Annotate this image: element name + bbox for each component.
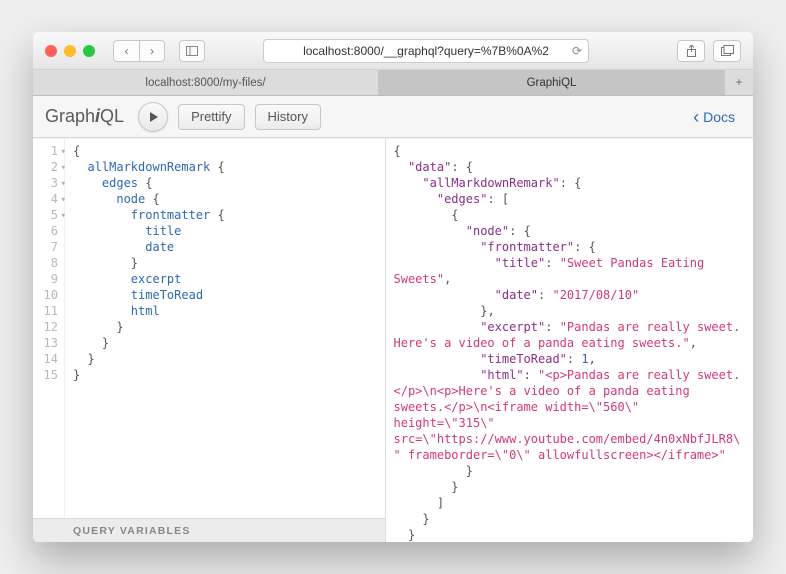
query-variables-label: QUERY VARIABLES <box>73 525 191 537</box>
query-variables-bar[interactable]: QUERY VARIABLES <box>33 518 385 542</box>
docs-toggle[interactable]: Docs <box>687 108 741 126</box>
address-bar[interactable]: localhost:8000/__graphql?query=%7B%0A%2 … <box>263 39 589 63</box>
tab-bar: localhost:8000/my-files/ GraphiQL + <box>33 70 753 96</box>
close-icon[interactable] <box>45 45 57 57</box>
browser-window: ‹ › localhost:8000/__graphql?query=%7B%0… <box>33 32 753 542</box>
button-label: Prettify <box>191 109 231 124</box>
button-label: History <box>268 109 308 124</box>
reload-icon[interactable]: ⟳ <box>572 44 582 58</box>
traffic-lights <box>45 45 95 57</box>
result-pane: { "data": { "allMarkdownRemark": { "edge… <box>386 139 754 542</box>
window-titlebar: ‹ › localhost:8000/__graphql?query=%7B%0… <box>33 32 753 70</box>
result-viewer[interactable]: { "data": { "allMarkdownRemark": { "edge… <box>394 143 746 542</box>
share-button[interactable] <box>677 40 705 62</box>
graphiql-logo: GraphiQL <box>45 106 124 127</box>
url-text: localhost:8000/__graphql?query=%7B%0A%2 <box>303 44 549 58</box>
tabs-overview-button[interactable] <box>713 40 741 62</box>
forward-button[interactable]: › <box>139 40 165 62</box>
tabs-icon <box>721 45 734 56</box>
history-button[interactable]: History <box>255 104 321 130</box>
query-code[interactable]: { allMarkdownRemark { edges { node { fro… <box>65 139 233 518</box>
editor-area: 123456789101112131415 { allMarkdownRemar… <box>33 138 753 542</box>
tab-my-files[interactable]: localhost:8000/my-files/ <box>33 70 379 95</box>
prettify-button[interactable]: Prettify <box>178 104 244 130</box>
query-pane: 123456789101112131415 { allMarkdownRemar… <box>33 139 386 542</box>
tab-label: GraphiQL <box>527 77 577 89</box>
docs-label: Docs <box>703 109 735 125</box>
tab-graphiql[interactable]: GraphiQL <box>379 70 725 95</box>
minimize-icon[interactable] <box>64 45 76 57</box>
line-gutter: 123456789101112131415 <box>33 139 65 518</box>
fullscreen-icon[interactable] <box>83 45 95 57</box>
tab-label: localhost:8000/my-files/ <box>145 77 265 89</box>
new-tab-button[interactable]: + <box>725 70 753 95</box>
graphiql-toolbar: GraphiQL Prettify History Docs <box>33 96 753 138</box>
back-button[interactable]: ‹ <box>113 40 139 62</box>
sidebar-icon <box>186 46 198 56</box>
query-editor[interactable]: 123456789101112131415 { allMarkdownRemar… <box>33 139 385 518</box>
sidebar-button[interactable] <box>179 40 205 62</box>
nav-buttons: ‹ › <box>113 40 165 62</box>
share-icon <box>686 45 697 57</box>
execute-button[interactable] <box>138 102 168 132</box>
